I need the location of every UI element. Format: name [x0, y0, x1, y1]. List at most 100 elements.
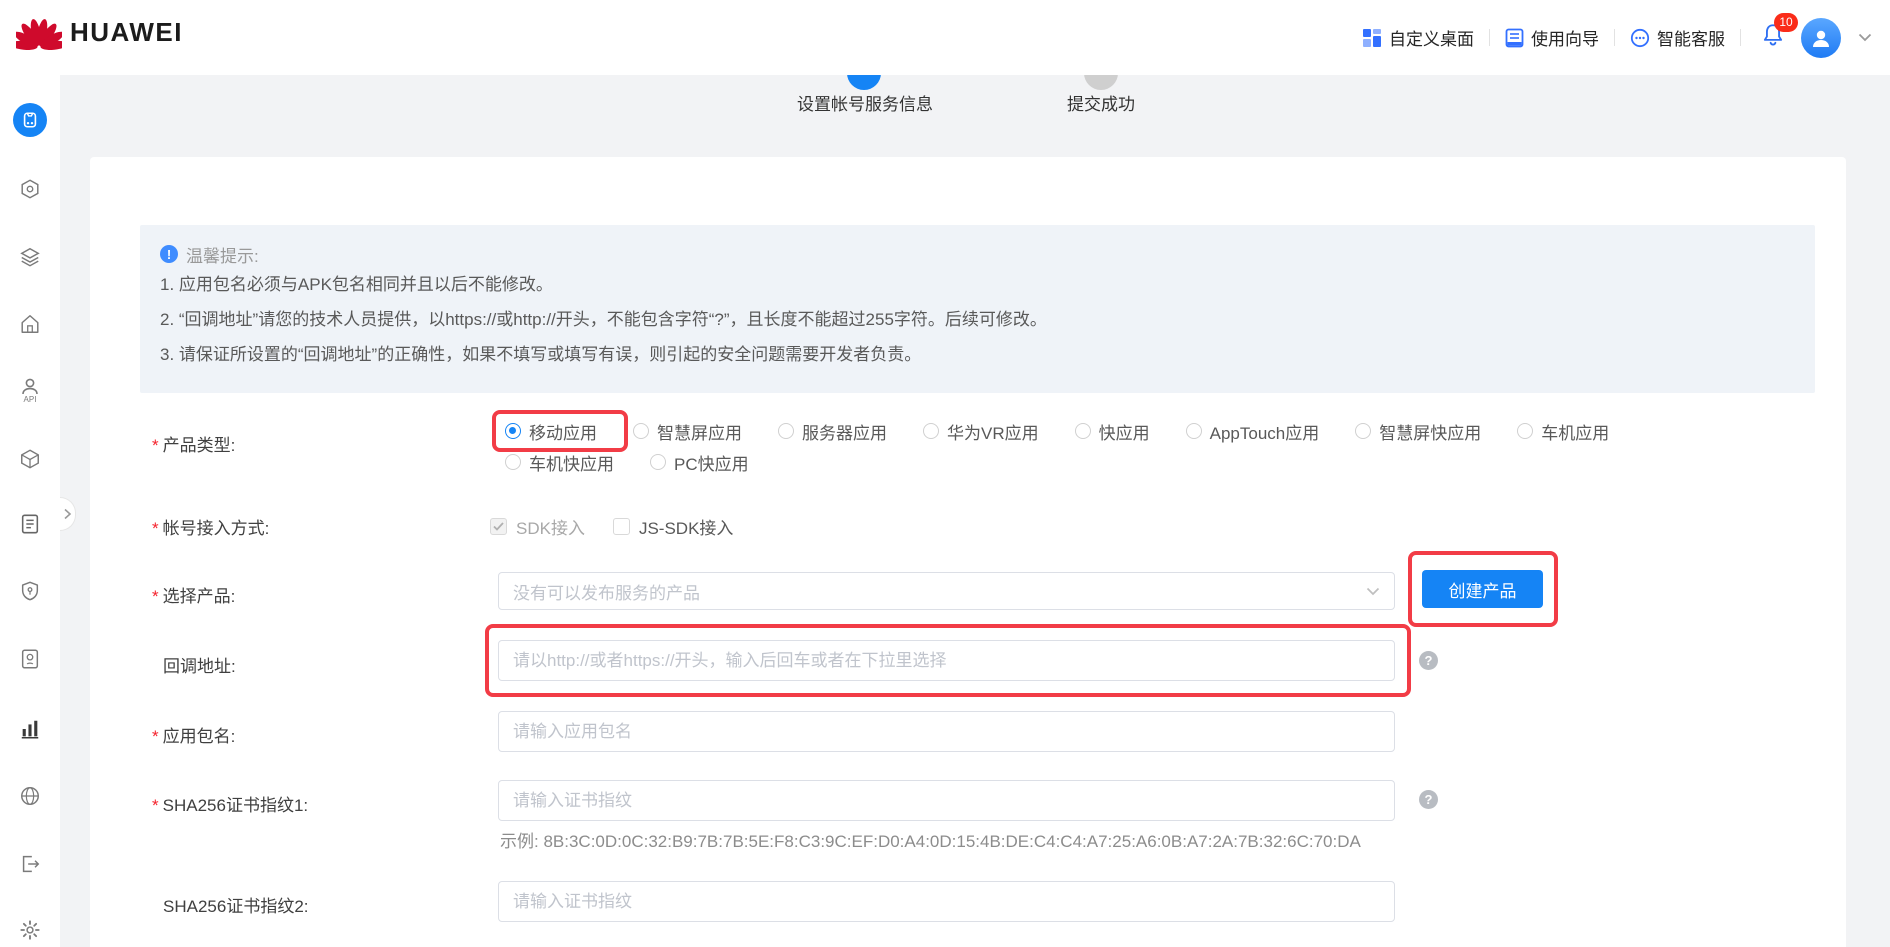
guide-book-icon	[1505, 28, 1524, 48]
sidebar-expander[interactable]	[60, 497, 76, 531]
sha256-2-input[interactable]	[498, 881, 1395, 922]
exit-door-icon	[19, 853, 41, 875]
notifications-bell[interactable]: 10	[1760, 22, 1786, 53]
radio-dot	[923, 423, 939, 439]
checkbox-sdk-access[interactable]: SDK接入	[490, 514, 585, 539]
chevron-right-icon	[63, 508, 72, 520]
radio-quick-app[interactable]: 快应用	[1075, 419, 1150, 444]
left-sidebar: API	[0, 75, 60, 947]
person-icon	[1809, 26, 1833, 50]
checkbox-unchecked	[613, 518, 630, 535]
radio-smart-screen-app[interactable]: 智慧屏应用	[633, 419, 742, 444]
radio-apptouch-app[interactable]: AppTouch应用	[1186, 419, 1320, 444]
notice-line-2: 2. “回调地址”请您的技术人员提供，以https://或http://开头，不…	[160, 302, 1795, 337]
sha256-example-text: 示例: 8B:3C:0D:0C:32:B9:7B:7B:5E:F8:C3:9C:…	[500, 827, 1361, 852]
create-product-button[interactable]: 创建产品	[1422, 570, 1543, 608]
radio-dot	[778, 423, 794, 439]
desktop-grid-icon	[1362, 28, 1382, 48]
sidebar-item-shield[interactable]	[17, 578, 43, 604]
radio-dot	[1355, 423, 1371, 439]
sidebar-item-globe[interactable]	[17, 783, 43, 809]
cube-icon	[19, 448, 41, 470]
radio-car-app[interactable]: 车机应用	[1517, 419, 1609, 444]
top-header: HUAWEI 自定义桌面 使用向导	[0, 0, 1890, 75]
user-avatar[interactable]	[1801, 18, 1841, 58]
sidebar-item-services[interactable]	[17, 176, 43, 202]
radio-dot	[505, 454, 521, 470]
sidebar-item-analytics[interactable]	[17, 716, 43, 742]
notice-line-3: 3. 请保证所设置的“回调地址”的正确性，如果不填写或填写有误，则引起的安全问题…	[160, 337, 1795, 372]
divider	[1614, 29, 1615, 46]
select-product-placeholder: 没有可以发布服务的产品	[513, 579, 1366, 604]
menu-custom-desktop[interactable]: 自定义桌面	[1362, 25, 1474, 50]
notification-count-badge: 10	[1774, 13, 1798, 32]
sha256-2-label: SHA256证书指纹2:	[163, 892, 309, 917]
huawei-flower-icon	[16, 14, 62, 50]
package-name-input[interactable]	[498, 711, 1395, 752]
radio-mobile-app[interactable]: 移动应用	[505, 419, 597, 444]
hexagon-icon	[19, 178, 41, 200]
shield-icon	[19, 580, 41, 602]
radio-server-app[interactable]: 服务器应用	[778, 419, 887, 444]
sha256-1-input[interactable]	[498, 780, 1395, 821]
api-user-icon: API	[18, 377, 42, 403]
access-mode-options: SDK接入 JS-SDK接入	[490, 514, 733, 539]
page: 设置帐号服务信息 提交成功 HUAWEI	[0, 0, 1890, 947]
sidebar-item-app-console[interactable]	[13, 103, 47, 137]
tips-notice: 温馨提示: 1. 应用包名必须与APK包名相同并且以后不能修改。 2. “回调地…	[140, 225, 1815, 393]
sha256-1-label: SHA256证书指纹1:	[152, 791, 308, 816]
product-type-options-row2: 车机快应用 PC快应用	[505, 447, 749, 477]
chevron-down-icon	[1366, 587, 1380, 596]
sidebar-item-home[interactable]	[17, 311, 43, 337]
menu-smart-support-label: 智能客服	[1657, 25, 1725, 50]
divider	[1740, 29, 1741, 46]
sha256-1-help-icon[interactable]	[1419, 790, 1438, 809]
callback-url-input[interactable]	[498, 640, 1395, 681]
radio-dot	[633, 423, 649, 439]
notice-line-1: 1. 应用包名必须与APK包名相同并且以后不能修改。	[160, 267, 1795, 302]
header-menu: 自定义桌面 使用向导 智能客服	[1362, 0, 1872, 75]
checkbox-checked	[490, 518, 507, 535]
radio-dot	[1186, 423, 1202, 439]
sidebar-item-layers[interactable]	[17, 244, 43, 270]
layers-icon	[19, 246, 41, 268]
sidebar-item-api-user[interactable]: API	[17, 377, 43, 403]
select-product-dropdown[interactable]: 没有可以发布服务的产品	[498, 572, 1395, 610]
app-console-icon	[21, 111, 39, 129]
chat-support-icon	[1630, 28, 1650, 48]
callback-url-label: 回调地址:	[163, 652, 236, 677]
access-mode-label: 帐号接入方式:	[152, 514, 269, 539]
svg-text:API: API	[24, 395, 37, 403]
callback-url-help-icon[interactable]	[1419, 651, 1438, 670]
radio-dot	[505, 423, 521, 439]
chevron-down-icon[interactable]	[1858, 33, 1872, 42]
radio-car-quick-app[interactable]: 车机快应用	[505, 450, 614, 475]
select-product-label: 选择产品:	[152, 582, 235, 607]
step-next-label: 提交成功	[1045, 90, 1157, 115]
radio-huawei-vr-app[interactable]: 华为VR应用	[923, 419, 1039, 444]
form-document-icon	[19, 513, 41, 535]
info-icon	[160, 245, 178, 263]
radio-pc-quick-app[interactable]: PC快应用	[650, 450, 749, 475]
radio-dot	[1517, 423, 1533, 439]
sidebar-item-audit-document[interactable]	[17, 646, 43, 672]
sidebar-item-cube[interactable]	[17, 446, 43, 472]
notice-title: 温馨提示:	[186, 242, 259, 267]
package-name-label: 应用包名:	[152, 722, 235, 747]
gear-icon	[19, 919, 41, 941]
menu-smart-support[interactable]: 智能客服	[1630, 25, 1725, 50]
product-type-label: 产品类型:	[152, 431, 235, 456]
sidebar-item-settings[interactable]	[17, 917, 43, 943]
step-current-label: 设置帐号服务信息	[775, 90, 955, 115]
checkbox-js-sdk-access[interactable]: JS-SDK接入	[613, 514, 733, 539]
notice-title-row: 温馨提示:	[160, 241, 1795, 267]
radio-smart-screen-quick-app[interactable]: 智慧屏快应用	[1355, 419, 1481, 444]
menu-custom-desktop-label: 自定义桌面	[1389, 25, 1474, 50]
sidebar-item-form-document[interactable]	[17, 511, 43, 537]
audit-document-icon	[19, 648, 41, 670]
menu-guide-label: 使用向导	[1531, 25, 1599, 50]
menu-guide[interactable]: 使用向导	[1505, 25, 1599, 50]
radio-dot	[1075, 423, 1091, 439]
sidebar-item-exit[interactable]	[17, 851, 43, 877]
brand-text: HUAWEI	[70, 17, 183, 48]
